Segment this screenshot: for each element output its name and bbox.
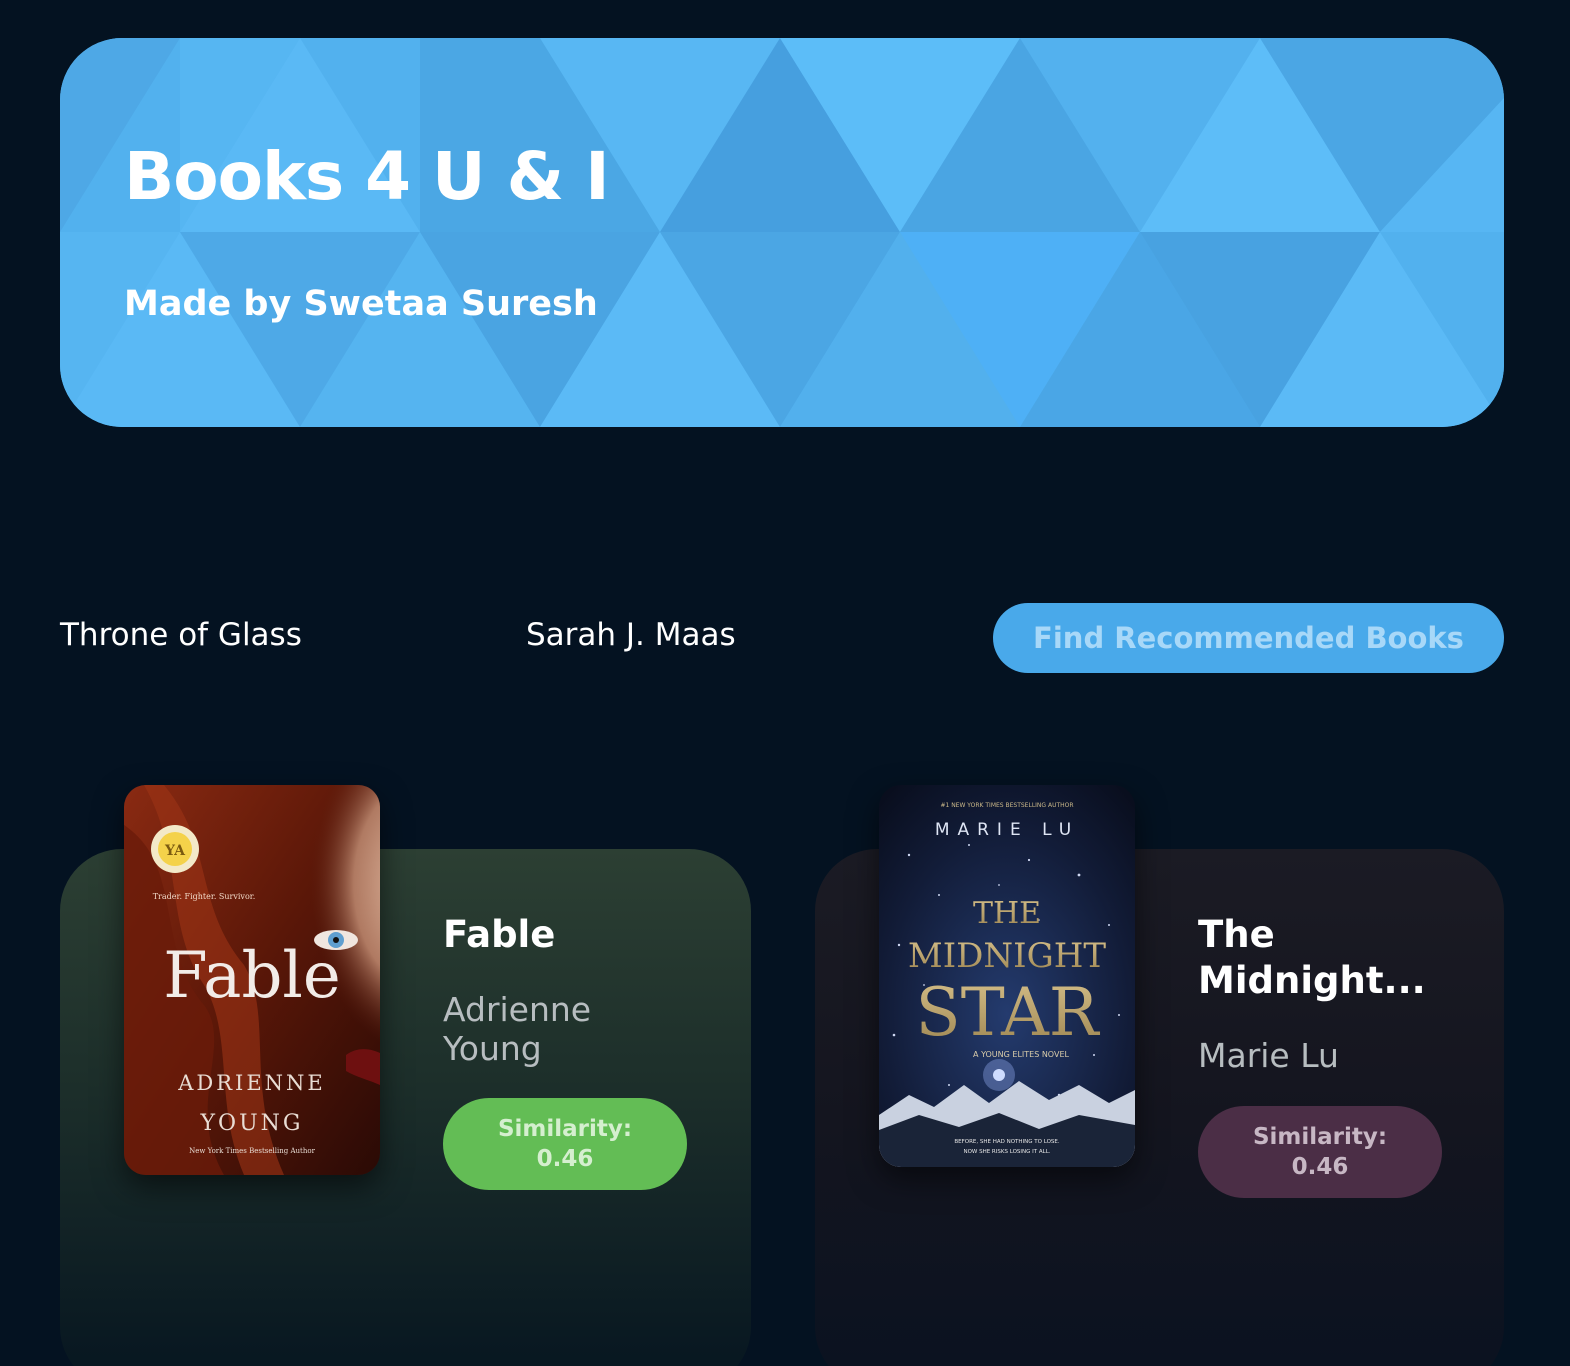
svg-text:MIDNIGHT: MIDNIGHT (908, 936, 1106, 976)
svg-text:A YOUNG ELITES NOVEL: A YOUNG ELITES NOVEL (973, 1050, 1069, 1059)
svg-text:New York Times Bestselling Aut: New York Times Bestselling Author (189, 1147, 315, 1155)
similarity-value: 0.46 (1291, 1154, 1349, 1180)
header-banner: Books 4 U & I Made by Swetaa Suresh (60, 38, 1504, 427)
svg-text:NOW SHE RISKS LOSING IT ALL.: NOW SHE RISKS LOSING IT ALL. (963, 1149, 1050, 1155)
book-author: Adrienne Young (443, 990, 592, 1068)
find-recommended-books-button[interactable]: Find Recommended Books (993, 603, 1504, 673)
midnight-star-cover-art: #1 NEW YORK TIMES BESTSELLING AUTHOR MAR… (879, 785, 1135, 1167)
svg-text:Trader. Fighter. Survivor.: Trader. Fighter. Survivor. (153, 892, 256, 901)
page: Books 4 U & I Made by Swetaa Suresh Thro… (0, 0, 1570, 1366)
svg-text:THE: THE (973, 896, 1041, 931)
book-title: The Midnight... (1198, 913, 1426, 1002)
book-title-input[interactable]: Throne of Glass (60, 617, 302, 653)
similarity-label: Similarity: (1252, 1124, 1388, 1150)
svg-text:YOUNG: YOUNG (200, 1111, 304, 1136)
app-title: Books 4 U & I (124, 138, 610, 215)
svg-text:YA: YA (164, 843, 186, 859)
similarity-badge: Similarity: 0.46 (443, 1098, 687, 1190)
similarity-label: Similarity: (497, 1116, 633, 1142)
fable-cover-art: YA Trader. Fighter. Survivor. Fable ADRI… (124, 785, 380, 1175)
svg-text:STAR: STAR (916, 974, 1101, 1051)
svg-text:ADRIENNE: ADRIENNE (177, 1071, 326, 1095)
author-input[interactable]: Sarah J. Maas (526, 617, 736, 653)
svg-text:BEFORE, SHE HAD NOTHING TO LOS: BEFORE, SHE HAD NOTHING TO LOSE. (954, 1139, 1060, 1145)
svg-text:#1 NEW YORK TIMES BESTSELLING: #1 NEW YORK TIMES BESTSELLING AUTHOR (940, 802, 1073, 809)
book-author: Marie Lu (1198, 1036, 1339, 1075)
book-cover-image: YA Trader. Fighter. Survivor. Fable ADRI… (124, 785, 380, 1175)
similarity-badge: Similarity: 0.46 (1198, 1106, 1442, 1198)
svg-text:MARIE LU: MARIE LU (935, 820, 1079, 840)
book-cover-image: #1 NEW YORK TIMES BESTSELLING AUTHOR MAR… (879, 785, 1135, 1167)
svg-text:Fable: Fable (163, 939, 341, 1013)
book-title: Fable (443, 913, 556, 956)
app-subtitle: Made by Swetaa Suresh (124, 284, 598, 324)
similarity-value: 0.46 (536, 1146, 594, 1172)
triangle-pattern (60, 38, 1504, 427)
